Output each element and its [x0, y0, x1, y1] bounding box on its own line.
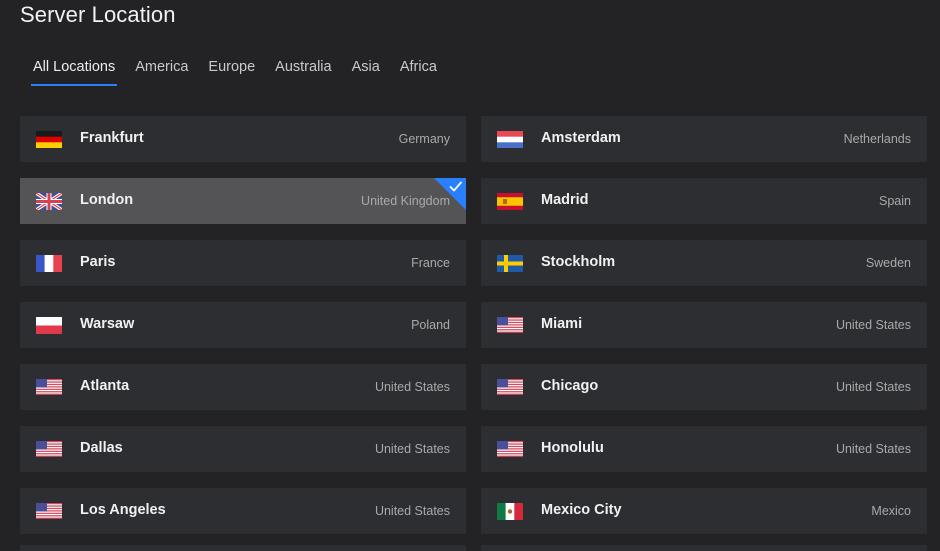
poland-flag [36, 317, 62, 334]
page-title: Server Location [20, 2, 176, 27]
location-city: Los Angeles [80, 502, 166, 518]
netherlands-flag [497, 131, 523, 148]
location-row-miami[interactable]: Miami United States [481, 302, 927, 348]
location-country: United States [835, 442, 911, 456]
location-row-amsterdam[interactable]: Amsterdam Netherlands [481, 116, 927, 162]
location-country: Netherlands [843, 132, 911, 146]
location-city: Amsterdam [541, 130, 621, 146]
location-city: Chicago [541, 378, 599, 394]
location-city: Atlanta [80, 378, 130, 394]
location-row-frankfurt[interactable]: Frankfurt Germany [20, 116, 466, 162]
location-country: United States [374, 504, 450, 518]
tab-america[interactable]: America [135, 57, 188, 86]
location-country: France [411, 256, 450, 270]
location-country: United States [374, 442, 450, 456]
location-country: United States [835, 380, 911, 394]
usa-flag [36, 503, 62, 520]
location-country: Spain [879, 194, 911, 208]
location-row-paris[interactable]: Paris France [20, 240, 466, 286]
location-city: Warsaw [80, 316, 135, 332]
germany-flag [36, 131, 62, 148]
location-row-london[interactable]: London United Kingdom [20, 178, 466, 224]
region-tabs: All Locations America Europe Australia A… [30, 57, 457, 87]
france-flag [36, 255, 62, 272]
usa-flag [36, 441, 62, 458]
location-country: United States [835, 318, 911, 332]
tab-europe[interactable]: Europe [208, 57, 255, 86]
location-city: Miami [541, 316, 583, 332]
location-city: Mexico City [541, 502, 622, 518]
location-country: Germany [398, 132, 450, 146]
location-country: Sweden [865, 256, 911, 270]
next-row-right-partial [481, 545, 927, 551]
usa-flag [497, 379, 523, 396]
location-city: Madrid [541, 192, 589, 208]
tab-asia[interactable]: Asia [352, 57, 380, 86]
location-row-warsaw[interactable]: Warsaw Poland [20, 302, 466, 348]
location-row-atlanta[interactable]: Atlanta United States [20, 364, 466, 410]
location-row-stockholm[interactable]: Stockholm Sweden [481, 240, 927, 286]
location-city: Honolulu [541, 440, 604, 456]
location-row-madrid[interactable]: Madrid Spain [481, 178, 927, 224]
location-city: London [80, 192, 134, 208]
spain-flag [497, 193, 523, 210]
mexico-flag [497, 503, 523, 520]
usa-flag [497, 317, 523, 334]
tab-australia[interactable]: Australia [275, 57, 331, 86]
location-country: Mexico [871, 504, 911, 518]
location-row-dallas[interactable]: Dallas United States [20, 426, 466, 472]
usa-flag [36, 379, 62, 396]
location-row-los-angeles[interactable]: Los Angeles United States [20, 488, 466, 534]
location-country: United States [374, 380, 450, 394]
sweden-flag [497, 255, 523, 272]
tab-all-locations[interactable]: All Locations [30, 57, 118, 86]
next-row-left-partial [20, 545, 466, 551]
location-city: Frankfurt [80, 130, 144, 146]
selected-check-icon [434, 178, 466, 210]
tab-africa[interactable]: Africa [400, 57, 437, 86]
location-row-chicago[interactable]: Chicago United States [481, 364, 927, 410]
uk-flag [36, 193, 62, 210]
usa-flag [497, 441, 523, 458]
location-row-mexico-city[interactable]: Mexico City Mexico [481, 488, 927, 534]
location-city: Paris [80, 254, 116, 270]
location-row-honolulu[interactable]: Honolulu United States [481, 426, 927, 472]
location-country: Poland [411, 318, 450, 332]
location-city: Stockholm [541, 254, 616, 270]
location-city: Dallas [80, 440, 123, 456]
